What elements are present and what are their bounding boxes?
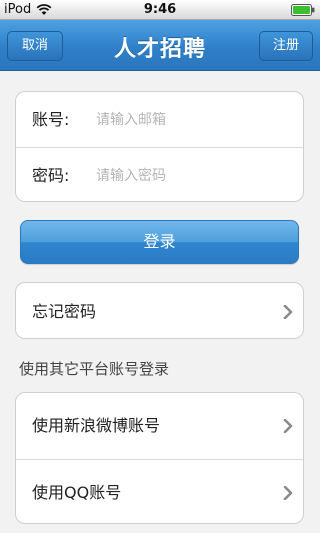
account-input[interactable]	[96, 106, 291, 133]
chevron-right-icon	[283, 485, 293, 500]
qq-login-label: 使用QQ账号	[32, 483, 122, 502]
weibo-login-label: 使用新浪微博账号	[32, 416, 161, 435]
password-input[interactable]	[96, 162, 291, 189]
navigation-bar: 取消 人才招聘 注册	[0, 20, 320, 71]
account-row: 账号:	[16, 92, 303, 147]
account-label: 账号:	[32, 110, 70, 129]
register-button[interactable]: 注册	[259, 31, 313, 61]
qq-login-item[interactable]: 使用QQ账号	[16, 459, 303, 523]
password-label: 密码:	[32, 166, 70, 185]
status-bar: iPod 9:46	[0, 0, 320, 20]
forgot-password-label: 忘记密码	[32, 302, 97, 321]
weibo-login-item[interactable]: 使用新浪微博账号	[16, 393, 303, 459]
chevron-right-icon	[283, 304, 293, 319]
other-login-card: 使用新浪微博账号 使用QQ账号	[15, 392, 304, 524]
forgot-password-card: 忘记密码	[15, 282, 304, 339]
clock: 9:46	[143, 2, 177, 17]
battery-icon	[291, 4, 315, 16]
forgot-password-item[interactable]: 忘记密码	[16, 283, 303, 338]
other-login-caption: 使用其它平台账号登录	[19, 360, 170, 378]
login-button[interactable]: 登录	[20, 220, 299, 264]
chevron-right-icon	[283, 419, 293, 433]
password-row: 密码:	[16, 147, 303, 201]
login-form: 账号: 密码:	[15, 91, 304, 202]
